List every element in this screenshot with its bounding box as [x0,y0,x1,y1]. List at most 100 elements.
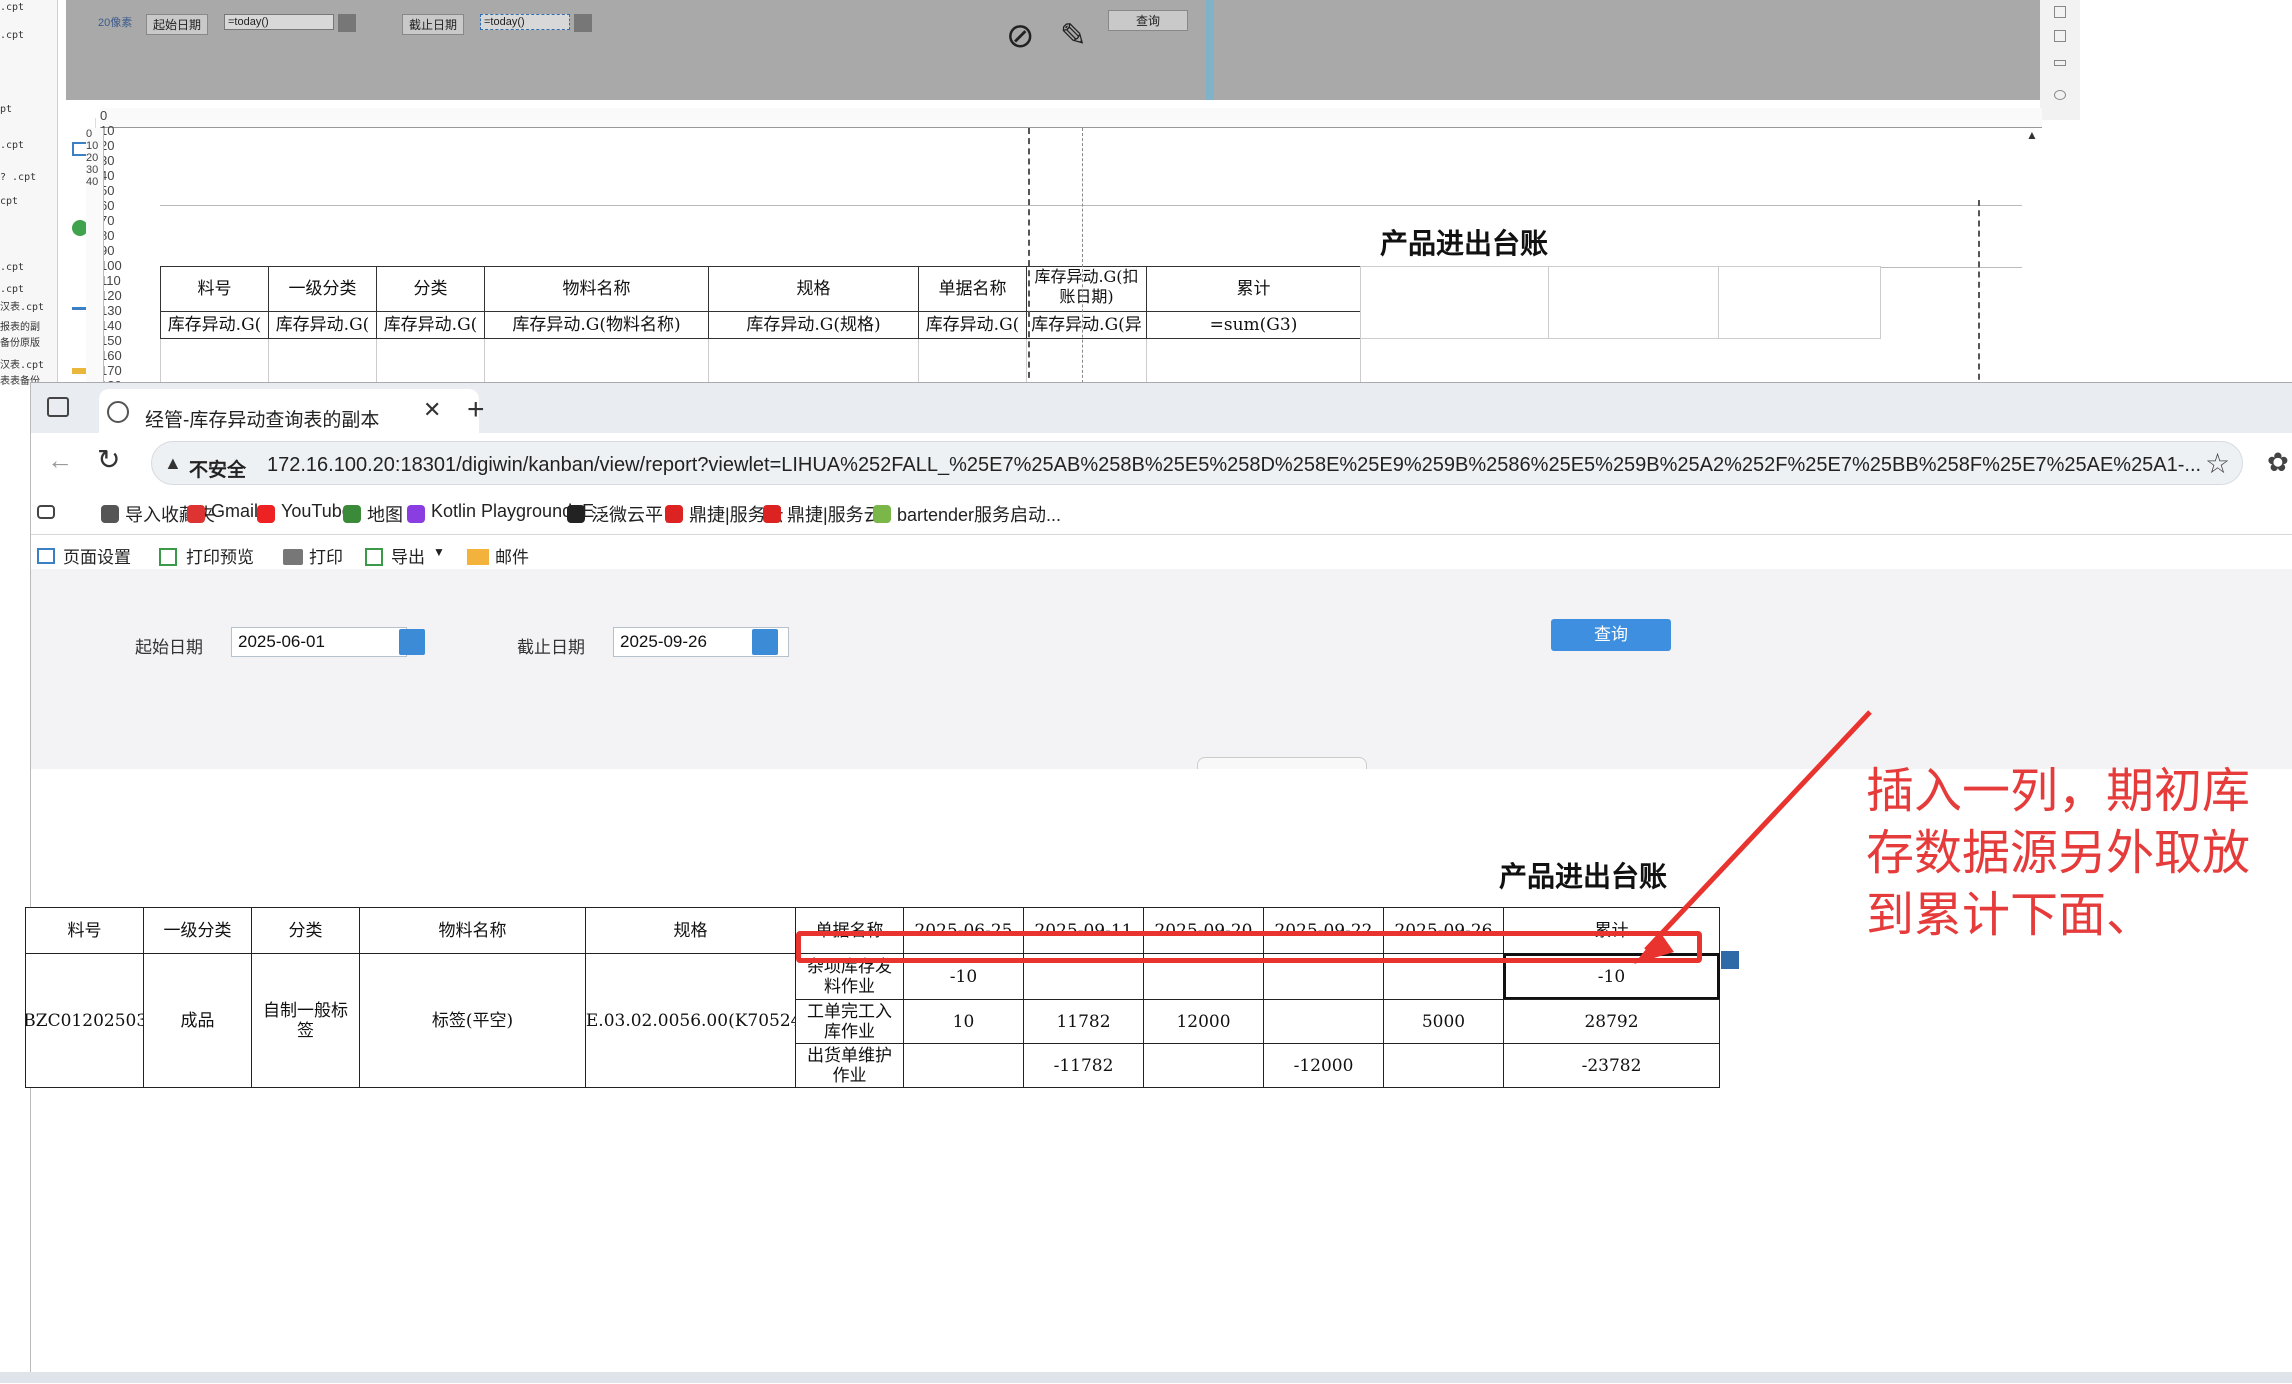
file-list-item[interactable]: cpt [0,196,18,207]
list-icon[interactable] [2054,60,2066,66]
report-value-cell[interactable]: 10 [903,999,1024,1044]
design-empty-cell[interactable] [1360,266,1549,339]
report-value-cell[interactable] [1263,999,1384,1044]
file-list-item[interactable]: pt [0,104,12,115]
title-row-band [160,206,2022,268]
square-icon[interactable] [2054,6,2066,18]
file-list-item[interactable]: .cpt [0,30,24,41]
bookmark-toggle-icon[interactable] [37,505,55,519]
ruler-tick-label: 0 [100,108,108,123]
export-button[interactable]: 导出 [391,543,425,568]
horizontal-ruler: 0 10 20 30 40 50 60 70 80 90 100 110 120 130 140 150 160… [100,108,2042,385]
print-button[interactable]: 打印 [309,543,343,568]
file-list-item[interactable]: 备份原版 [0,334,40,349]
bookmark-icon [873,505,891,523]
bookmark-item[interactable]: 鼎捷|服务云 [787,501,882,527]
report-doc-cell: 出货单维护作业 [795,1043,904,1088]
design-empty-cell[interactable] [1548,266,1719,339]
file-list-item[interactable]: 汉表.cpt [0,298,44,313]
close-tab-icon[interactable]: ✕ [423,397,441,423]
design-formula-cell[interactable]: 库存异动.G( [160,311,269,339]
warning-icon[interactable]: ▲ [164,453,182,474]
design-formula-cell[interactable]: =sum(G3) [1146,311,1361,339]
design-header-cell[interactable]: 分类 [376,266,485,312]
collapse-handle[interactable] [1197,757,1367,769]
design-empty-cell[interactable] [1718,266,1881,339]
pencil-icon[interactable]: ✎ [1060,16,1087,54]
file-list-item[interactable]: 汉表.cpt [0,356,44,371]
taskbar [0,1372,2292,1383]
report-value-cell[interactable]: 5000 [1383,999,1504,1044]
square-icon[interactable] [2054,30,2066,42]
design-header-cell[interactable]: 规格 [708,266,919,312]
star-icon[interactable]: ☆ [2205,447,2230,480]
mail-button[interactable]: 邮件 [495,543,529,568]
report-total-cell[interactable]: 28792 [1503,999,1720,1044]
back-icon[interactable]: ← [47,445,73,476]
design-formula-cell[interactable]: 库存异动.G(规格) [708,311,919,339]
design-formula-cell[interactable]: 库存异动.G(异 [1026,311,1147,339]
link-icon[interactable] [2054,90,2066,100]
start-date-input[interactable]: 2025-06-01 [231,627,407,657]
file-list-item[interactable]: ? .cpt [0,172,36,183]
design-header-cell[interactable]: 物料名称 [484,266,709,312]
tab-actions-icon[interactable] [47,397,69,417]
file-list-item[interactable]: .cpt [0,262,24,273]
design-header-cell[interactable]: 料号 [160,266,269,312]
reload-icon[interactable]: ↻ [97,443,120,476]
report-value-cell[interactable]: -11782 [1023,1043,1144,1088]
page-break-line [1978,200,1980,385]
design-header-cell[interactable]: 累计 [1146,266,1361,312]
file-list-item[interactable]: 报表的副 [0,318,40,333]
new-tab-icon[interactable]: + [467,393,485,427]
calendar-icon[interactable] [338,14,356,32]
calendar-icon[interactable] [399,629,425,655]
report-value-cell[interactable] [1383,1043,1504,1088]
file-list-item[interactable]: .cpt [0,284,24,295]
report-value-cell[interactable]: 12000 [1143,999,1264,1044]
report-value-cell[interactable]: 11782 [1023,999,1144,1044]
query-button[interactable]: 查询 [1551,619,1671,651]
ruler-tick-label: 0 [86,128,93,140]
eye-off-icon[interactable]: ⊘ [1006,16,1035,56]
designer-start-field[interactable]: =today() [224,14,334,30]
design-formula-cell[interactable]: 库存异动.G( [918,311,1027,339]
insecure-label[interactable]: 不安全 [189,455,246,482]
design-header-cell[interactable]: 库存异动.G(扣账日期) [1026,266,1147,312]
extensions-icon[interactable]: ✿ [2267,447,2289,478]
tab-bar: 经管-库存异动查询表的副本 ✕ + [31,383,2292,433]
bookmark-icon [257,505,275,523]
page-setup-button[interactable]: 页面设置 [63,543,131,568]
report-value-cell[interactable]: -12000 [1263,1043,1384,1088]
designer-end-field[interactable]: =today() [480,14,570,30]
print-preview-button[interactable]: 打印预览 [186,543,254,568]
chevron-down-icon[interactable]: ▼ [433,545,445,559]
file-list-item[interactable]: .cpt [0,140,24,151]
report-value-cell[interactable] [1143,1043,1264,1088]
right-tool-strip [2040,0,2080,120]
scroll-up-arrow[interactable]: ▲ [2026,128,2040,142]
design-grid-line [708,339,709,385]
calendar-icon[interactable] [752,629,778,655]
calendar-icon[interactable] [574,14,592,32]
bookmark-item[interactable]: YouTube [281,501,352,522]
bookmark-item[interactable]: Gmail [211,501,258,522]
design-formula-cell[interactable]: 库存异动.G( [268,311,377,339]
design-header-cell[interactable]: 一级分类 [268,266,377,312]
globe-icon [107,401,129,423]
splitter[interactable] [1206,0,1214,100]
bookmark-item[interactable]: 地图 [367,501,403,527]
report-total-cell[interactable]: -23782 [1503,1043,1720,1088]
url-text[interactable]: 172.16.100.20:18301/digiwin/kanban/view/… [267,454,2201,477]
bookmark-icon [567,505,585,523]
design-formula-cell[interactable]: 库存异动.G(物料名称) [484,311,709,339]
bookmark-item[interactable]: bartender服务启动... [897,501,1061,527]
design-formula-cell[interactable]: 库存异动.G( [376,311,485,339]
design-report-title: 产品进出台账 [1380,227,1549,260]
design-grid-line [376,339,377,385]
designer-query-button[interactable]: 查询 [1108,10,1188,31]
report-value-cell[interactable] [903,1043,1024,1088]
design-grid-line [268,339,269,385]
design-header-cell[interactable]: 单据名称 [918,266,1027,312]
file-list-item[interactable]: .cpt [0,2,24,13]
